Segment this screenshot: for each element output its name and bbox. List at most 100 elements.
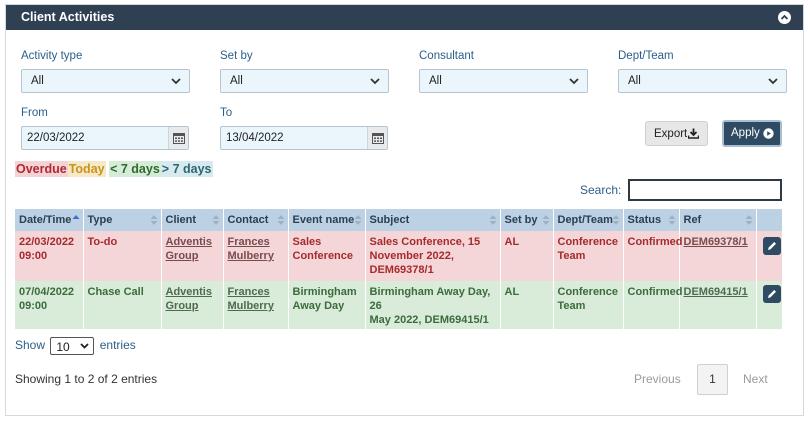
sort-icon bbox=[212, 215, 219, 225]
sort-asc-icon bbox=[72, 215, 79, 219]
set-by-label: Set by bbox=[220, 50, 253, 62]
cell-time: 09:00 bbox=[19, 300, 48, 312]
table-header-row: Date/Time Type Client Contact Event name… bbox=[15, 209, 783, 231]
set-by-select[interactable]: All bbox=[220, 69, 389, 93]
cell-event-name: Sales Conference bbox=[288, 231, 366, 281]
chevron-down-icon bbox=[569, 78, 579, 85]
contact-link[interactable]: Frances Mulberry bbox=[228, 236, 274, 262]
dept-team-value: All bbox=[628, 75, 641, 87]
to-calendar-button[interactable] bbox=[367, 127, 387, 149]
legend-lt7: < 7 days bbox=[109, 161, 161, 177]
pagination-next[interactable]: Next bbox=[743, 372, 768, 386]
event-name-line1: Birmingham bbox=[292, 286, 357, 298]
col-header-type[interactable]: Type bbox=[83, 209, 162, 231]
col-header-event-name-label: Event name bbox=[292, 214, 355, 226]
from-calendar-button[interactable] bbox=[168, 127, 188, 149]
pencil-icon bbox=[767, 242, 776, 250]
legend-overdue: Overdue bbox=[15, 161, 68, 177]
page-length-control: Show 10 entries bbox=[15, 337, 136, 355]
cell-contact: Frances Mulberry bbox=[223, 281, 289, 329]
export-label: Export bbox=[654, 128, 688, 140]
cell-status: Confirmed bbox=[623, 281, 683, 329]
col-header-contact[interactable]: Contact bbox=[223, 209, 289, 231]
ref-link[interactable]: DEM69378/1 bbox=[684, 236, 748, 248]
col-header-status-label: Status bbox=[627, 214, 662, 226]
panel-header: Client Activities bbox=[6, 5, 803, 30]
subject-line2: May 2022, DEM69415/1 bbox=[369, 314, 489, 326]
table-row: 07/04/2022 09:00 Chase Call Adventis Grou… bbox=[15, 281, 783, 329]
sort-icon bbox=[745, 215, 752, 225]
legend-gt7: > 7 days bbox=[160, 161, 213, 177]
contact-link[interactable]: Frances Mulberry bbox=[228, 286, 274, 312]
sort-icon bbox=[354, 215, 361, 225]
subject-line1: Sales Conference, 15 bbox=[369, 236, 481, 248]
search-input[interactable] bbox=[628, 179, 782, 201]
cell-set-by: AL bbox=[500, 231, 554, 281]
apply-button[interactable]: Apply bbox=[722, 120, 782, 147]
col-header-subject[interactable]: Subject bbox=[365, 209, 501, 231]
activity-type-select[interactable]: All bbox=[21, 69, 190, 93]
legend-today: Today bbox=[67, 161, 106, 177]
pagination-page-1[interactable]: 1 bbox=[697, 364, 728, 395]
consultant-value: All bbox=[429, 75, 442, 87]
client-link[interactable]: Adventis Group bbox=[166, 286, 212, 312]
calendar-icon bbox=[173, 133, 185, 144]
col-header-datetime[interactable]: Date/Time bbox=[15, 209, 84, 231]
cell-dept-team: Conference Team bbox=[553, 281, 624, 329]
entries-label: entries bbox=[99, 338, 136, 353]
to-date-value: 13/04/2022 bbox=[226, 132, 284, 144]
export-button[interactable]: Export bbox=[645, 121, 708, 146]
from-date-field[interactable]: 22/03/2022 bbox=[21, 126, 189, 150]
edit-button[interactable] bbox=[762, 237, 781, 255]
pagination-previous[interactable]: Previous bbox=[634, 372, 681, 386]
cell-subject: Sales Conference, 15 November 2022, DEM6… bbox=[365, 231, 501, 281]
cell-actions bbox=[756, 281, 783, 329]
col-header-set-by[interactable]: Set by bbox=[500, 209, 554, 231]
col-header-status[interactable]: Status bbox=[623, 209, 680, 231]
cell-client: Adventis Group bbox=[161, 281, 224, 329]
play-circle-icon bbox=[763, 128, 774, 139]
sort-icon bbox=[489, 215, 496, 225]
calendar-icon bbox=[372, 133, 384, 144]
to-date-field[interactable]: 13/04/2022 bbox=[220, 126, 388, 150]
cell-ref: DEM69378/1 bbox=[679, 231, 757, 281]
collapse-button[interactable] bbox=[778, 11, 791, 24]
cell-actions bbox=[756, 231, 783, 281]
panel-title: Client Activities bbox=[21, 10, 115, 24]
cell-datetime: 07/04/2022 09:00 bbox=[15, 281, 84, 329]
sort-icon bbox=[668, 215, 675, 225]
chevron-down-icon bbox=[171, 78, 181, 85]
chevron-down-icon bbox=[80, 343, 90, 349]
consultant-select[interactable]: All bbox=[419, 69, 588, 93]
sort-icon bbox=[150, 215, 157, 225]
dept-team-select[interactable]: All bbox=[618, 69, 787, 93]
col-header-dept-team[interactable]: Dept/Team bbox=[553, 209, 624, 231]
client-link-line2: Group bbox=[165, 300, 199, 312]
pencil-icon bbox=[767, 290, 776, 298]
cell-type: To-do bbox=[83, 231, 162, 281]
cell-contact: Frances Mulberry bbox=[223, 231, 289, 281]
col-header-contact-label: Contact bbox=[227, 214, 269, 226]
contact-link-line2: Mulberry bbox=[227, 250, 274, 262]
col-header-dept-team-label: Dept/Team bbox=[557, 214, 613, 226]
client-link-line1: Adventis bbox=[165, 236, 212, 248]
contact-link-line1: Frances bbox=[227, 286, 270, 298]
sort-icon bbox=[277, 215, 284, 225]
apply-label: Apply bbox=[731, 127, 760, 139]
event-name-line2: Conference bbox=[292, 250, 354, 262]
to-label: To bbox=[220, 107, 233, 119]
cell-client: Adventis Group bbox=[161, 231, 224, 281]
col-header-client[interactable]: Client bbox=[161, 209, 224, 231]
cell-date: 07/04/2022 bbox=[19, 286, 75, 298]
from-date-value: 22/03/2022 bbox=[27, 132, 85, 144]
col-header-event-name[interactable]: Event name bbox=[288, 209, 366, 231]
table-row: 22/03/2022 09:00 To-do Adventis Group Fra… bbox=[15, 231, 783, 281]
page-length-select[interactable]: 10 bbox=[50, 337, 95, 355]
cell-subject: Birmingham Away Day, 26 May 2022, DEM694… bbox=[365, 281, 501, 329]
col-header-ref[interactable]: Ref bbox=[679, 209, 757, 231]
col-header-subject-label: Subject bbox=[369, 214, 410, 226]
ref-link[interactable]: DEM69415/1 bbox=[684, 286, 748, 298]
client-link[interactable]: Adventis Group bbox=[166, 236, 212, 262]
chevron-down-icon bbox=[370, 78, 380, 85]
edit-button[interactable] bbox=[762, 285, 781, 303]
